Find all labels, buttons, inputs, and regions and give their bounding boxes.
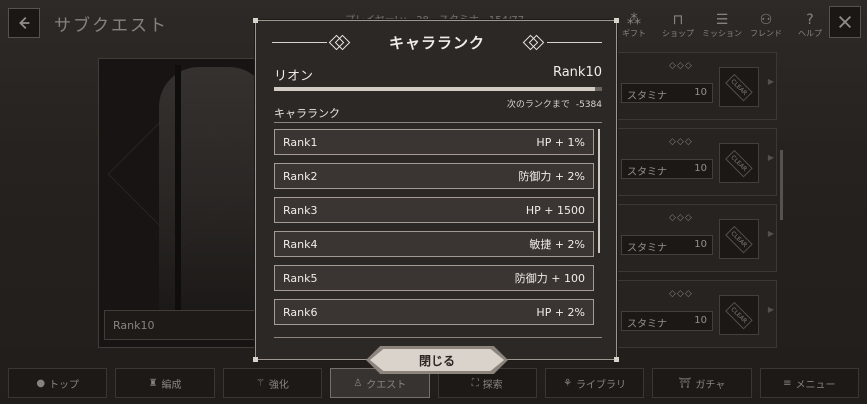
rank-row: Rank1 HP + 1% [274, 129, 594, 155]
rank-bonus: 防御力 + 2% [518, 170, 585, 183]
corner-ornament [614, 18, 619, 23]
rank-progress-bar [274, 87, 602, 91]
corner-ornament [253, 357, 258, 362]
rank-row: Rank6 HP + 2% [274, 299, 594, 325]
rank-name: Rank3 [283, 203, 318, 217]
rank-bonus: HP + 1500 [525, 203, 585, 217]
ornament-icon [525, 35, 543, 49]
divider [547, 41, 603, 43]
rank-bonus: 敏捷 + 2% [529, 238, 585, 251]
rank-bonus: 防御力 + 100 [514, 272, 585, 285]
corner-ornament [253, 18, 258, 23]
rank-name: Rank6 [283, 305, 318, 319]
next-rank-value: -5384 [575, 100, 602, 110]
rank-name: Rank2 [283, 169, 318, 183]
current-rank: Rank10 [552, 65, 602, 80]
section-label: キャラランク [274, 107, 340, 120]
divider [274, 122, 602, 123]
modal-title: キャラランク [389, 33, 486, 52]
corner-ornament [614, 357, 619, 362]
character-rank-modal: キャラランク リオン Rank10 次のランクまで -5384 キャラランク Ra… [253, 18, 619, 362]
rank-progress-fill [274, 87, 596, 91]
rank-bonus: HP + 2% [536, 305, 585, 319]
rank-row: Rank4 敏捷 + 2% [274, 231, 594, 257]
next-rank-label: 次のランクまで [506, 100, 570, 110]
divider [274, 337, 602, 338]
ornament-icon [331, 35, 349, 49]
rank-row: Rank2 防御力 + 2% [274, 163, 594, 189]
rank-list[interactable]: Rank1 HP + 1% Rank2 防御力 + 2% Rank3 HP + 150… [274, 129, 594, 333]
rank-row: Rank5 防御力 + 100 [274, 265, 594, 291]
rank-name: Rank1 [283, 135, 318, 149]
modal-header: キャラランク [272, 31, 603, 53]
rank-name: Rank4 [283, 237, 318, 251]
rank-bonus: HP + 1% [536, 135, 585, 149]
character-summary: リオン Rank10 [274, 65, 602, 84]
rank-list-scrollbar[interactable] [598, 129, 600, 253]
divider [272, 41, 327, 43]
rank-row: Rank3 HP + 1500 [274, 197, 594, 223]
rank-name: Rank5 [283, 271, 318, 285]
character-name: リオン [274, 69, 314, 84]
close-button[interactable]: 閉じる [370, 349, 504, 371]
